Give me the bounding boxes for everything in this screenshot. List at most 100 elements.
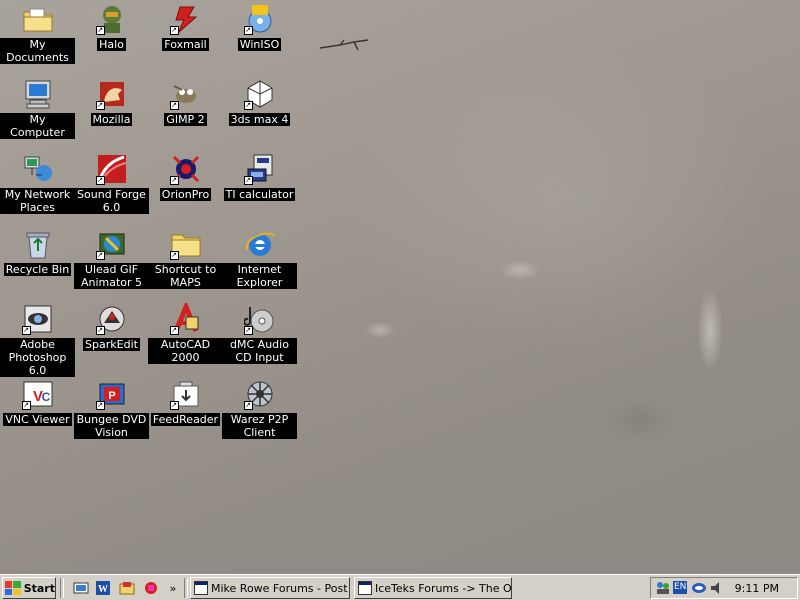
mozilla-icon: ↗: [95, 78, 128, 110]
desktop-icon-label: WinISO: [237, 38, 282, 51]
soundforge-icon: ↗: [95, 153, 128, 185]
desktop-icon-internet-explorer[interactable]: Internet Explorer: [222, 228, 297, 289]
desktop-icon-my-computer[interactable]: My Computer: [0, 78, 75, 139]
recycle-bin-icon: [22, 228, 54, 260]
app-icon[interactable]: [142, 579, 160, 597]
windows-flag-icon: [5, 581, 21, 595]
shortcut-arrow-icon: ↗: [243, 101, 253, 110]
shortcut-arrow-icon: ↗: [95, 176, 105, 185]
shortcut-arrow-icon: ↗: [95, 26, 105, 35]
desktop-icon-label: VNC Viewer: [3, 413, 72, 426]
bungee-icon: P ↗: [95, 378, 128, 410]
desktop-icon-label: SparkEdit: [83, 338, 140, 351]
shortcut-arrow-icon: ↗: [95, 401, 105, 410]
desktop-icon-label: GIMP 2: [164, 113, 207, 126]
desktop-icon-my-network-places[interactable]: My Network Places: [0, 153, 75, 214]
desktop-icon-sparkedit[interactable]: ↗ SparkEdit: [74, 303, 149, 351]
shortcut-arrow-icon: ↗: [95, 251, 105, 260]
shortcut-arrow-icon: ↗: [21, 401, 31, 410]
shortcut-arrow-icon: ↗: [95, 101, 105, 110]
task-button-mike-rowe-forums[interactable]: Mike Rowe Forums - Post ...: [190, 577, 350, 599]
shortcut-arrow-icon: ↗: [169, 326, 179, 335]
desktop-icon-label: My Network Places: [0, 188, 75, 214]
browser-window-icon: [358, 581, 372, 595]
orionpro-icon: ↗: [169, 153, 202, 185]
desktop-icon-label: Ulead GIF Animator 5: [74, 263, 149, 289]
foxmail-icon: ↗: [169, 3, 202, 35]
desktop-icon-recycle-bin[interactable]: Recycle Bin: [0, 228, 75, 276]
svg-text:P: P: [108, 390, 115, 402]
feedreader-icon: ↗: [169, 378, 202, 410]
shortcut-arrow-icon: ↗: [169, 176, 179, 185]
3dsmax-icon: ↗: [243, 78, 276, 110]
task-label: Mike Rowe Forums - Post ...: [211, 581, 350, 595]
taskbar-separator: [184, 578, 188, 598]
task-label: IceTeks Forums -> The O...: [375, 581, 512, 595]
shortcut-arrow-icon: ↗: [169, 251, 179, 260]
desktop-icon-warez-p2p-client[interactable]: ↗ Warez P2P Client: [222, 378, 297, 439]
desktop-icon-label: Mozilla: [90, 113, 133, 126]
halo-icon: ↗: [95, 3, 128, 35]
desktop-icon-adobe-photoshop-6-0[interactable]: ↗ Adobe Photoshop 6.0: [0, 303, 75, 377]
desktop-icon-label: Adobe Photoshop 6.0: [0, 338, 75, 377]
desktop-icon-label: Bungee DVD Vision: [74, 413, 149, 439]
desktop-icon-label: AutoCAD 2000: [148, 338, 223, 364]
users-icon[interactable]: [655, 580, 671, 596]
taskbar: Start W » Mike Rowe Forums - Post ... Ic…: [0, 574, 800, 600]
shortcut-arrow-icon: ↗: [243, 326, 253, 335]
explorer-icon[interactable]: [118, 579, 136, 597]
desktop-icon-dmc-audio-cd-input[interactable]: ↗ dMC Audio CD Input: [222, 303, 297, 364]
desktop-icon-foxmail[interactable]: ↗ Foxmail: [148, 3, 223, 51]
browser-window-icon: [194, 581, 208, 595]
desktop-icon-orionpro[interactable]: ↗ OrionPro: [148, 153, 223, 201]
desktop-icon-winiso[interactable]: ↗ WinISO: [222, 3, 297, 51]
desktop-icon[interactable]: [72, 579, 90, 597]
desktop-icon-feedreader[interactable]: ↗ FeedReader: [148, 378, 223, 426]
desktop-icon-3ds-max-4[interactable]: ↗ 3ds max 4: [222, 78, 297, 126]
system-tray: EN 9:11 PM: [650, 577, 798, 599]
network-tray-icon[interactable]: [691, 580, 707, 596]
folder-documents-icon: [22, 3, 54, 35]
desktop-icon-bungee-dvd-vision[interactable]: P ↗ Bungee DVD Vision: [74, 378, 149, 439]
desktop-icon-mozilla[interactable]: ↗ Mozilla: [74, 78, 149, 126]
desktop-icon-label: 3ds max 4: [228, 113, 291, 126]
word-icon[interactable]: W: [94, 579, 112, 597]
desktop-icon-ti-calculator[interactable]: ↗ TI calculator: [222, 153, 297, 201]
desktop-icon-label: My Documents: [0, 38, 75, 64]
desktop-icon-gimp-2[interactable]: ↗ GIMP 2: [148, 78, 223, 126]
shortcut-arrow-icon: ↗: [243, 401, 253, 410]
volume-icon[interactable]: [709, 580, 725, 596]
desktop-icon-autocad-2000[interactable]: ↗ AutoCAD 2000: [148, 303, 223, 364]
folder-icon: ↗: [169, 228, 202, 260]
desktop-icon-halo[interactable]: ↗ Halo: [74, 3, 149, 51]
shortcut-arrow-icon: ↗: [243, 26, 253, 35]
ie-icon: [244, 228, 276, 260]
desktop-icon-label: dMC Audio CD Input: [222, 338, 297, 364]
cd-icon: ↗: [243, 303, 276, 335]
start-label: Start: [23, 581, 55, 595]
desktop-icon-shortcut-to-maps[interactable]: ↗ Shortcut to MAPS: [148, 228, 223, 289]
desktop[interactable]: My Documents ↗ Halo ↗ Foxmail ↗ WinISO My Compu…: [0, 0, 800, 574]
desktop-icon-label: TI calculator: [223, 188, 296, 201]
desktop-icon-ulead-gif-animator-5[interactable]: ↗ Ulead GIF Animator 5: [74, 228, 149, 289]
shortcut-arrow-icon: ↗: [21, 326, 31, 335]
desktop-icon-label: Warez P2P Client: [222, 413, 297, 439]
desktop-icon-my-documents[interactable]: My Documents: [0, 3, 75, 64]
shortcut-arrow-icon: ↗: [243, 176, 253, 185]
autocad-icon: ↗: [169, 303, 202, 335]
start-button[interactable]: Start: [2, 577, 56, 599]
network-icon: [22, 153, 54, 185]
desktop-icon-label: Sound Forge 6.0: [74, 188, 149, 214]
twig-decoration: [320, 39, 369, 51]
quick-launch-more[interactable]: »: [164, 579, 182, 597]
desktop-icon-sound-forge-6-0[interactable]: ↗ Sound Forge 6.0: [74, 153, 149, 214]
language-indicator[interactable]: EN: [673, 581, 688, 594]
desktop-icon-vnc-viewer[interactable]: V C ↗ VNC Viewer: [0, 378, 75, 426]
svg-text:C: C: [41, 390, 50, 404]
warez-icon: ↗: [243, 378, 276, 410]
svg-text:W: W: [98, 584, 108, 595]
desktop-icon-label: Recycle Bin: [3, 263, 72, 276]
clock[interactable]: 9:11 PM: [735, 582, 779, 595]
task-button-iceteks-forums[interactable]: IceTeks Forums -> The O...: [354, 577, 512, 599]
gimp-icon: ↗: [169, 78, 202, 110]
